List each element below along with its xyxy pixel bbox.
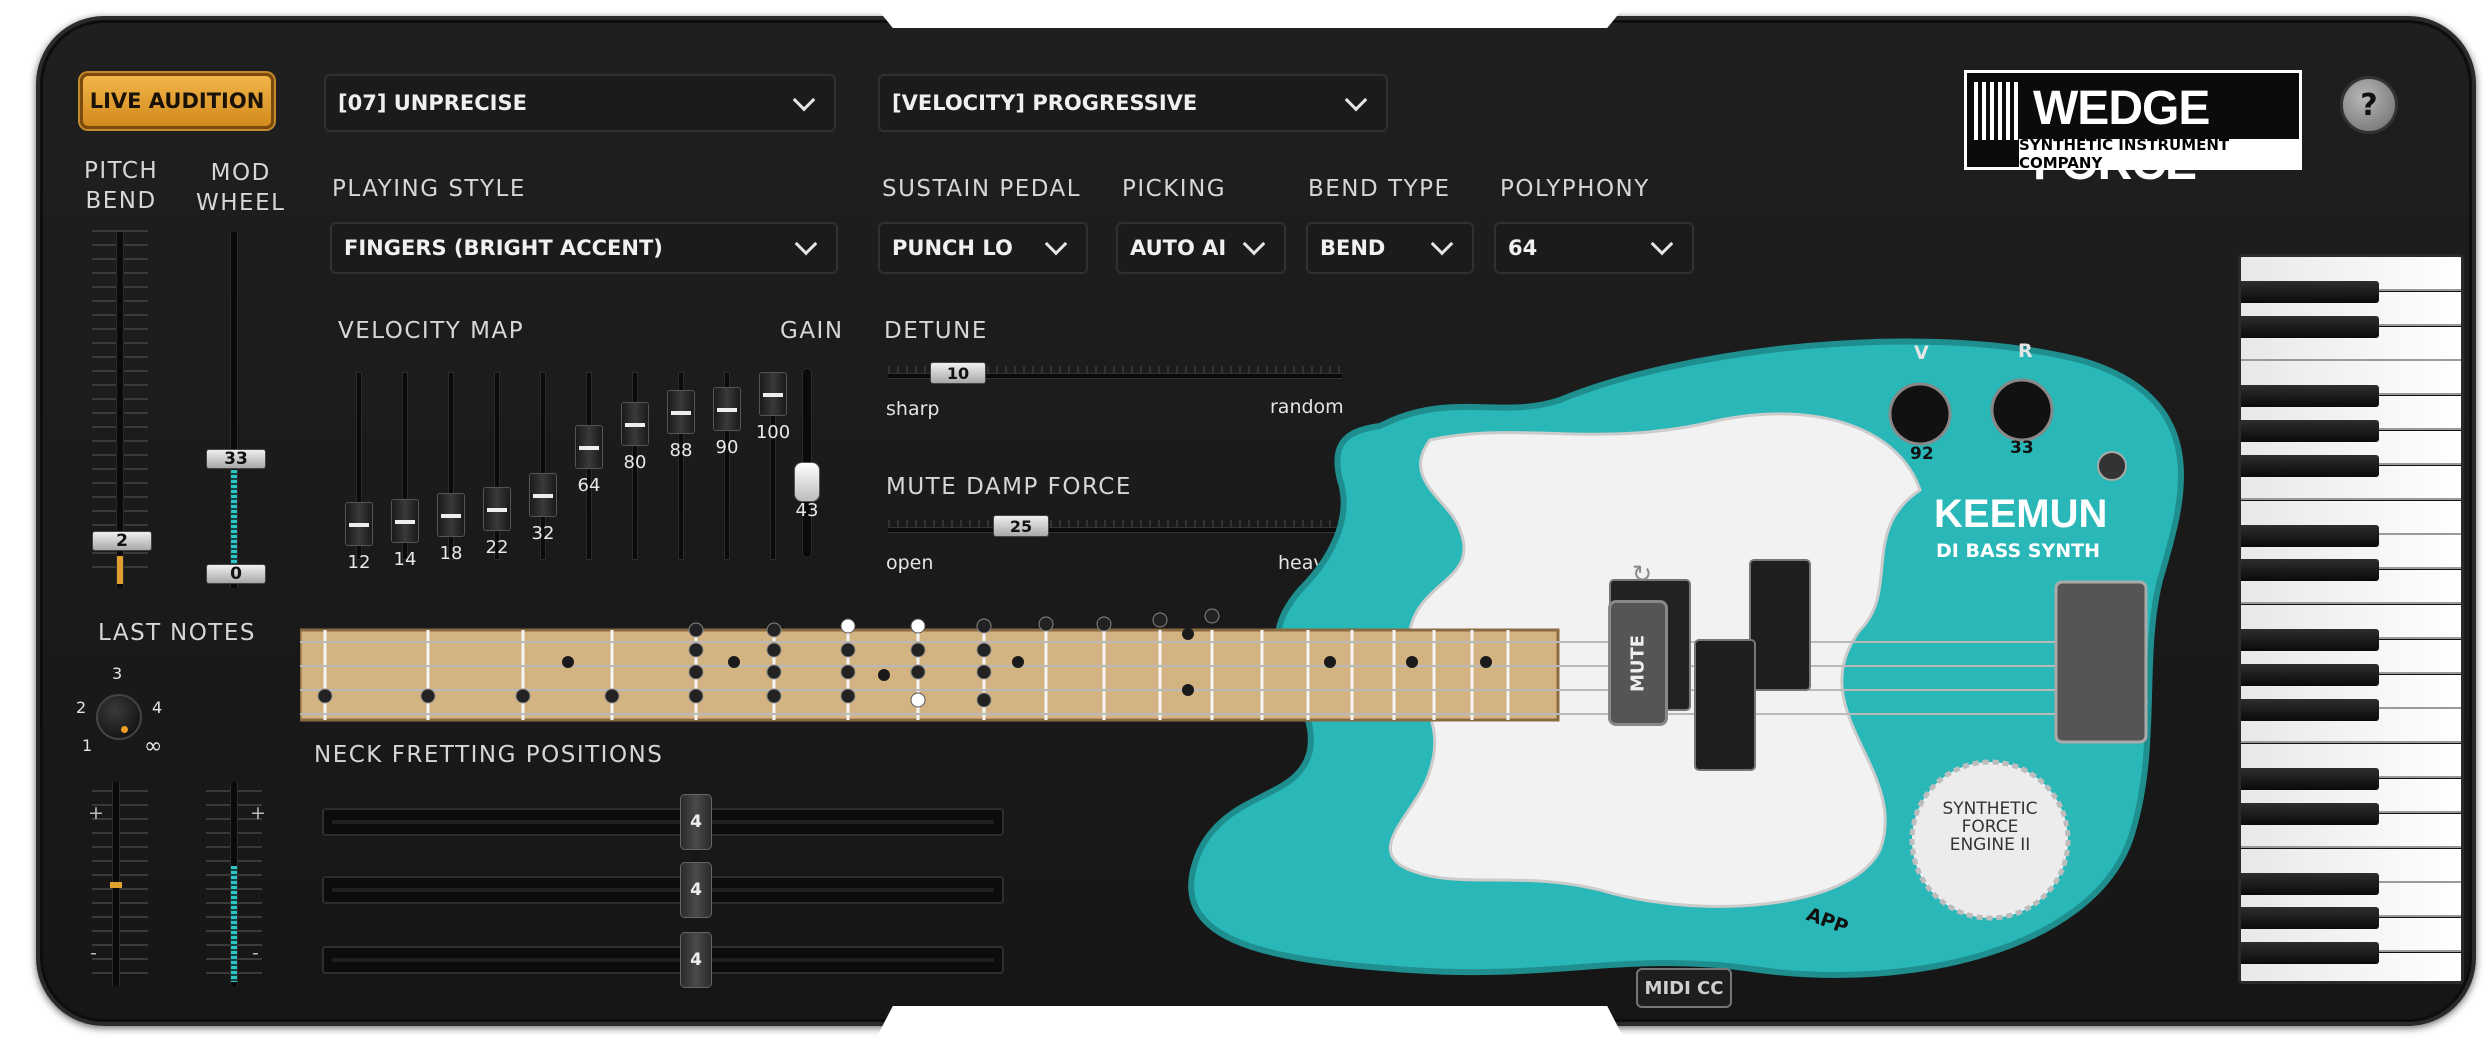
last-label: LAST	[98, 620, 162, 646]
bend-type-value: BEND	[1320, 236, 1386, 260]
chevron-down-icon	[794, 232, 818, 256]
brand-logo: WEDGE FORCE SYNTHETIC INSTRUMENT COMPANY	[1964, 70, 2302, 190]
bass-model-subtitle: DI BASS SYNTH	[1936, 540, 2100, 562]
sustain-pedal-value: PUNCH LO	[892, 236, 1013, 260]
picking-value: AUTO AI	[1130, 236, 1227, 260]
pickup-bridge	[1694, 639, 1756, 771]
chevron-down-icon	[1044, 232, 1068, 256]
midi-cc-button[interactable]: MIDI CC	[1636, 968, 1732, 1008]
reset-icon[interactable]: ↻	[1632, 560, 1652, 588]
dial-mark-infinity: ∞	[144, 734, 163, 759]
dial-mark-2: 2	[76, 698, 87, 717]
playing-style-label: PLAYING STYLE	[332, 176, 526, 202]
mod-wheel-thumb-top[interactable]: 33	[206, 449, 266, 469]
last-notes-knob[interactable]	[96, 694, 142, 740]
black-key[interactable]	[2241, 559, 2379, 582]
bridge	[2054, 580, 2148, 744]
right-fader-fill	[231, 866, 237, 982]
knob-v-value: 92	[1910, 444, 1934, 464]
chevron-down-icon	[1430, 232, 1454, 256]
black-key[interactable]	[2241, 420, 2379, 443]
black-key[interactable]	[2241, 629, 2379, 651]
notes-label: NOTES	[170, 620, 256, 646]
black-key[interactable]	[2241, 768, 2379, 791]
knob-indicator	[121, 726, 128, 733]
chevron-down-icon	[792, 88, 816, 112]
tone-knob[interactable]	[1990, 378, 2054, 442]
black-key[interactable]	[2241, 907, 2379, 930]
volume-knob[interactable]	[1888, 382, 1952, 446]
bottom-notch	[870, 1006, 1630, 1050]
playing-style-dropdown[interactable]: FINGERS (BRIGHT ACCENT)	[330, 222, 838, 274]
neck-position-thumb-2[interactable]: 4	[680, 862, 712, 918]
black-key[interactable]	[2241, 803, 2379, 825]
velocity-dropdown-label: [VELOCITY] PROGRESSIVE	[892, 91, 1198, 115]
pitch-bend-label: PITCH BEND	[84, 158, 159, 214]
dial-mark-1: 1	[82, 736, 93, 755]
right-fader-minus: -	[252, 942, 259, 964]
bend-type-dropdown[interactable]: BEND	[1306, 222, 1474, 274]
sustain-pedal-dropdown[interactable]: PUNCH LO	[878, 222, 1088, 274]
badge-line-1: SYNTHETIC	[1942, 799, 2038, 819]
top-notch	[870, 0, 1630, 28]
badge-line-3: ENGINE II	[1949, 835, 2031, 855]
left-fader-minus: -	[90, 942, 97, 964]
fretboard	[300, 628, 1560, 722]
neck-position-slider-3[interactable]	[322, 946, 1004, 974]
black-key[interactable]	[2241, 315, 2379, 338]
black-key[interactable]	[2241, 698, 2379, 721]
mod-wheel-label: MOD WHEEL	[196, 160, 286, 216]
output-jack	[2097, 451, 2127, 481]
bend-type-label: BEND TYPE	[1308, 176, 1451, 202]
polyphony-value: 64	[1508, 236, 1538, 260]
black-key[interactable]	[2241, 524, 2379, 547]
right-fader-plus: +	[250, 802, 266, 824]
black-key[interactable]	[2241, 281, 2379, 303]
engine-badge-text: SYNTHETIC FORCE ENGINE II	[1924, 800, 2056, 854]
keyboard[interactable]	[2238, 254, 2464, 984]
polyphony-label: POLYPHONY	[1500, 176, 1650, 202]
preset-dropdown-label: [07] UNPRECISE	[338, 91, 527, 115]
mod-wheel-fill	[231, 470, 237, 574]
velocity-dropdown[interactable]: [VELOCITY] PROGRESSIVE	[878, 74, 1388, 132]
preset-dropdown[interactable]: [07] UNPRECISE	[324, 74, 836, 132]
mod-wheel-thumb-bottom[interactable]: 0	[206, 564, 266, 584]
picking-dropdown[interactable]: AUTO AI	[1116, 222, 1286, 274]
knob-r-value: 33	[2010, 438, 2034, 458]
badge-line-2: FORCE	[1961, 817, 2019, 837]
playing-style-value: FINGERS (BRIGHT ACCENT)	[344, 236, 663, 260]
left-fader-indicator	[110, 882, 122, 888]
dial-mark-3: 3	[112, 664, 123, 683]
black-key[interactable]	[2241, 663, 2379, 686]
chevron-down-icon	[1650, 232, 1674, 256]
neck-fretting-label: NECK FRETTING POSITIONS	[314, 742, 664, 768]
polyphony-dropdown[interactable]: 64	[1494, 222, 1694, 274]
neck-position-thumb-1[interactable]: 4	[680, 794, 712, 850]
mute-button[interactable]: MUTE	[1608, 600, 1668, 726]
help-button[interactable]: ?	[2340, 76, 2398, 134]
knob-v-label: V	[1914, 342, 1929, 364]
brand-tagline: SYNTHETIC INSTRUMENT COMPANY	[2019, 136, 2299, 172]
sustain-pedal-label: SUSTAIN PEDAL	[882, 176, 1082, 202]
black-key[interactable]	[2241, 942, 2379, 965]
black-key[interactable]	[2241, 455, 2379, 477]
left-fader-plus: +	[88, 802, 104, 824]
chevron-down-icon	[1344, 88, 1368, 112]
neck-position-slider-1[interactable]	[322, 808, 1004, 836]
knob-r-label: R	[2018, 340, 2033, 362]
black-key[interactable]	[2241, 872, 2379, 895]
neck-position-thumb-3[interactable]: 4	[680, 932, 712, 988]
pickup-neck	[1749, 559, 1811, 691]
pitch-bend-fill	[117, 556, 123, 584]
chevron-down-icon	[1242, 232, 1266, 256]
neck-position-slider-2[interactable]	[322, 876, 1004, 904]
live-audition-button[interactable]: LIVE AUDITION	[80, 73, 274, 129]
black-key[interactable]	[2241, 385, 2379, 408]
bass-model-name: KEEMUN	[1934, 492, 2108, 536]
pitch-bend-thumb[interactable]: 2	[92, 531, 152, 551]
plugin-window: LIVE AUDITION [07] UNPRECISE [VELOCITY] …	[0, 0, 2490, 1050]
picking-label: PICKING	[1122, 176, 1227, 202]
dial-mark-4: 4	[152, 698, 163, 717]
